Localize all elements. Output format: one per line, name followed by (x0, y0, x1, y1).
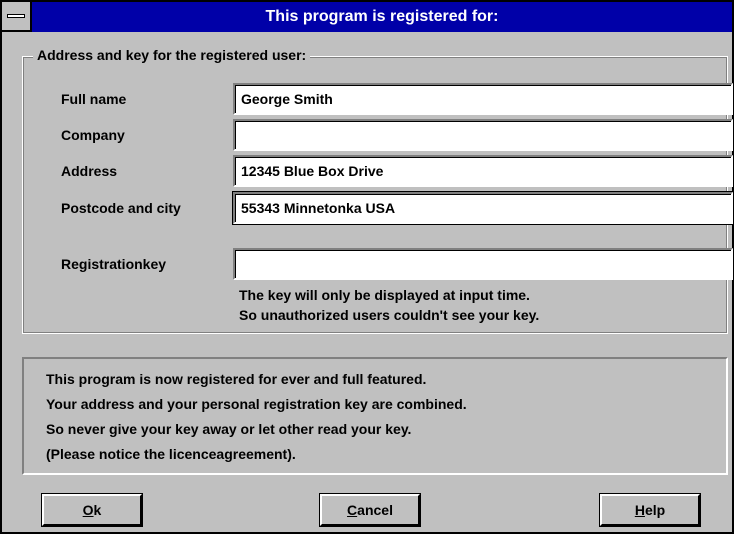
title-bar: This program is registered for: (2, 2, 732, 32)
full-name-field[interactable] (233, 83, 733, 115)
address-label: Address (61, 163, 118, 179)
info-line: So never give your key away or let other… (46, 421, 412, 437)
registration-key-field[interactable] (233, 248, 733, 280)
cancel-mnemonic: C (347, 502, 358, 518)
window-title: This program is registered for: (265, 8, 499, 25)
system-menu-icon (7, 14, 25, 18)
help-button[interactable]: Help (600, 494, 700, 526)
help-mnemonic: H (634, 502, 645, 518)
company-label: Company (61, 127, 125, 143)
registration-key-label: Registrationkey (61, 256, 167, 272)
info-panel: This program is now registered for ever … (22, 357, 728, 475)
help-label-rest: elp (644, 502, 666, 518)
company-field[interactable] (233, 119, 733, 151)
postcode-city-label: Postcode and city (61, 200, 181, 216)
registration-group: Address and key for the registered user:… (22, 47, 734, 334)
info-line: Your address and your personal registrat… (46, 396, 467, 412)
system-menu-button[interactable] (2, 2, 32, 32)
ok-mnemonic: O (82, 502, 94, 518)
info-line: This program is now registered for ever … (46, 371, 427, 387)
postcode-city-field[interactable] (232, 191, 734, 225)
info-line: (Please notice the licenceagreement). (46, 446, 296, 462)
address-field[interactable] (233, 155, 733, 187)
key-hint-line-2: So unauthorized users couldn't see your … (239, 307, 540, 323)
registration-dialog: This program is registered for: Address … (0, 0, 734, 534)
cancel-button[interactable]: Cancel (320, 494, 420, 526)
group-legend: Address and key for the registered user: (33, 47, 311, 63)
ok-button[interactable]: Ok (42, 494, 142, 526)
full-name-label: Full name (61, 91, 127, 107)
ok-label-rest: k (93, 502, 102, 518)
cancel-label-rest: ancel (357, 502, 393, 518)
key-hint-line-1: The key will only be displayed at input … (239, 287, 530, 303)
